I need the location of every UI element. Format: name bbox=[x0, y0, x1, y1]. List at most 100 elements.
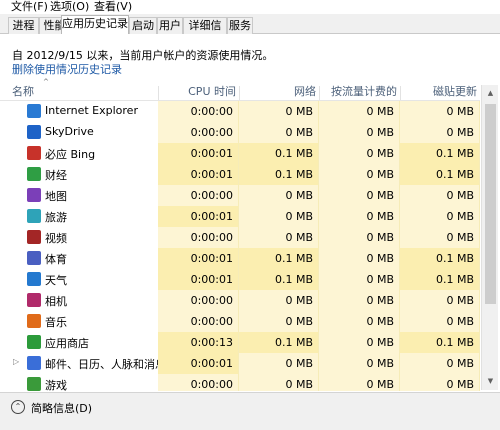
cell-tile: 0.1 MB bbox=[400, 332, 480, 353]
cell-metered: 0 MB bbox=[319, 101, 400, 122]
tab-services[interactable]: 服务 bbox=[227, 17, 253, 34]
cell-tile: 0.1 MB bbox=[400, 164, 480, 185]
cell-network: 0 MB bbox=[239, 353, 319, 374]
travel-icon bbox=[27, 209, 41, 223]
column-header-cpu[interactable]: CPU 时间 bbox=[158, 84, 239, 100]
table-row[interactable]: SkyDrive 0:00:00 0 MB 0 MB 0 MB bbox=[0, 122, 480, 143]
cell-metered: 0 MB bbox=[319, 248, 400, 269]
column-header-name[interactable]: 名称 bbox=[12, 84, 152, 100]
weather-icon bbox=[27, 272, 41, 286]
cell-tile: 0 MB bbox=[400, 290, 480, 311]
column-header-tile-updates[interactable]: 磁贴更新 bbox=[400, 84, 480, 100]
fewer-details-icon[interactable]: ⌃ bbox=[11, 400, 25, 414]
video-icon bbox=[27, 230, 41, 244]
cell-metered: 0 MB bbox=[319, 290, 400, 311]
table-row[interactable]: 地图 0:00:00 0 MB 0 MB 0 MB bbox=[0, 185, 480, 206]
app-name: 音乐 bbox=[45, 316, 67, 329]
app-name: 旅游 bbox=[45, 211, 67, 224]
cell-tile: 0 MB bbox=[400, 227, 480, 248]
tab-processes[interactable]: 进程 bbox=[8, 17, 39, 34]
table-row[interactable]: 视频 0:00:00 0 MB 0 MB 0 MB bbox=[0, 227, 480, 248]
cell-network: 0.1 MB bbox=[239, 164, 319, 185]
table-row[interactable]: 音乐 0:00:00 0 MB 0 MB 0 MB bbox=[0, 311, 480, 332]
vertical-scrollbar[interactable]: ▲ ▼ bbox=[481, 85, 498, 390]
app-name: 视频 bbox=[45, 232, 67, 245]
column-header-metered[interactable]: 按流量计费的网... bbox=[319, 84, 400, 113]
app-name: 必应 Bing bbox=[45, 148, 96, 161]
cell-metered: 0 MB bbox=[319, 332, 400, 353]
menu-view[interactable]: 查看(V) bbox=[94, 0, 132, 13]
app-history-table: Internet Explorer 0:00:00 0 MB 0 MB 0 MB SkyD… bbox=[0, 101, 480, 391]
cell-cpu: 0:00:01 bbox=[158, 143, 239, 164]
cell-network: 0 MB bbox=[239, 185, 319, 206]
cell-network: 0.1 MB bbox=[239, 248, 319, 269]
table-row[interactable]: 体育 0:00:01 0.1 MB 0 MB 0.1 MB bbox=[0, 248, 480, 269]
cell-metered: 0 MB bbox=[319, 164, 400, 185]
cell-network: 0.1 MB bbox=[239, 269, 319, 290]
finance-icon bbox=[27, 167, 41, 181]
table-row[interactable]: 相机 0:00:00 0 MB 0 MB 0 MB bbox=[0, 290, 480, 311]
cell-tile: 0 MB bbox=[400, 353, 480, 374]
table-row[interactable]: Internet Explorer 0:00:00 0 MB 0 MB 0 MB bbox=[0, 101, 480, 122]
delete-usage-history-link[interactable]: 删除使用情况历史记录 bbox=[12, 61, 122, 77]
scroll-up-icon[interactable]: ▲ bbox=[482, 85, 499, 102]
cell-metered: 0 MB bbox=[319, 374, 400, 391]
scrollbar-thumb[interactable] bbox=[485, 104, 496, 304]
cell-cpu: 0:00:00 bbox=[158, 185, 239, 206]
camera-icon bbox=[27, 293, 41, 307]
cell-network: 0 MB bbox=[239, 290, 319, 311]
cell-cpu: 0:00:01 bbox=[158, 353, 239, 374]
app-name: 体育 bbox=[45, 253, 67, 266]
fewer-details-button[interactable]: 简略信息(D) bbox=[31, 400, 92, 416]
table-row[interactable]: 旅游 0:00:01 0 MB 0 MB 0 MB bbox=[0, 206, 480, 227]
cell-cpu: 0:00:01 bbox=[158, 164, 239, 185]
app-name: 应用商店 bbox=[45, 337, 89, 350]
cell-tile: 0 MB bbox=[400, 311, 480, 332]
cell-cpu: 0:00:00 bbox=[158, 311, 239, 332]
cell-cpu: 0:00:00 bbox=[158, 122, 239, 143]
cell-metered: 0 MB bbox=[319, 185, 400, 206]
cell-metered: 0 MB bbox=[319, 227, 400, 248]
cell-cpu: 0:00:01 bbox=[158, 248, 239, 269]
cell-tile: 0.1 MB bbox=[400, 248, 480, 269]
cell-metered: 0 MB bbox=[319, 269, 400, 290]
app-name: Internet Explorer bbox=[45, 104, 138, 117]
cell-tile: 0 MB bbox=[400, 185, 480, 206]
cell-tile: 0.1 MB bbox=[400, 143, 480, 164]
music-icon bbox=[27, 314, 41, 328]
app-name: 财经 bbox=[45, 169, 67, 182]
expand-icon[interactable]: ▷ bbox=[13, 357, 19, 366]
app-history-panel: 自 2012/9/15 以来，当前用户帐户的资源使用情况。 删除使用情况历史记录… bbox=[0, 34, 500, 392]
table-row[interactable]: ▷ 邮件、日历、人脉和消息... 0:00:01 0 MB 0 MB 0 MB bbox=[0, 353, 480, 374]
tab-users[interactable]: 用户 bbox=[157, 17, 183, 34]
table-row[interactable]: 应用商店 0:00:13 0.1 MB 0 MB 0.1 MB bbox=[0, 332, 480, 353]
footer-bar: ⌃ 简略信息(D) bbox=[0, 392, 500, 430]
table-row[interactable]: 必应 Bing 0:00:01 0.1 MB 0 MB 0.1 MB bbox=[0, 143, 480, 164]
games-icon bbox=[27, 377, 41, 391]
cell-metered: 0 MB bbox=[319, 143, 400, 164]
cell-cpu: 0:00:13 bbox=[158, 332, 239, 353]
app-name: 游戏 bbox=[45, 379, 67, 391]
menu-options[interactable]: 选项(O) bbox=[50, 0, 89, 13]
cell-metered: 0 MB bbox=[319, 311, 400, 332]
cell-cpu: 0:00:01 bbox=[158, 206, 239, 227]
tab-app-history[interactable]: 应用历史记录 bbox=[61, 15, 129, 35]
skydrive-icon bbox=[27, 125, 41, 139]
cell-cpu: 0:00:00 bbox=[158, 374, 239, 391]
cell-tile: 0 MB bbox=[400, 206, 480, 227]
app-name: 地图 bbox=[45, 190, 67, 203]
table-row[interactable]: 天气 0:00:01 0.1 MB 0 MB 0.1 MB bbox=[0, 269, 480, 290]
tab-strip: 进程 性能 应用历史记录 启动 用户 详细信息 服务 bbox=[0, 14, 500, 47]
cell-network: 0 MB bbox=[239, 122, 319, 143]
table-row[interactable]: 财经 0:00:01 0.1 MB 0 MB 0.1 MB bbox=[0, 164, 480, 185]
column-header-network[interactable]: 网络 bbox=[239, 84, 319, 100]
tab-startup[interactable]: 启动 bbox=[129, 17, 157, 34]
menu-file[interactable]: 文件(F) bbox=[11, 0, 48, 13]
tab-details[interactable]: 详细信息 bbox=[183, 17, 227, 47]
cell-network: 0.1 MB bbox=[239, 143, 319, 164]
app-name: 天气 bbox=[45, 274, 67, 287]
table-row[interactable]: 游戏 0:00:00 0 MB 0 MB 0 MB bbox=[0, 374, 480, 391]
cell-metered: 0 MB bbox=[319, 353, 400, 374]
cell-network: 0 MB bbox=[239, 311, 319, 332]
scroll-down-icon[interactable]: ▼ bbox=[482, 373, 499, 390]
